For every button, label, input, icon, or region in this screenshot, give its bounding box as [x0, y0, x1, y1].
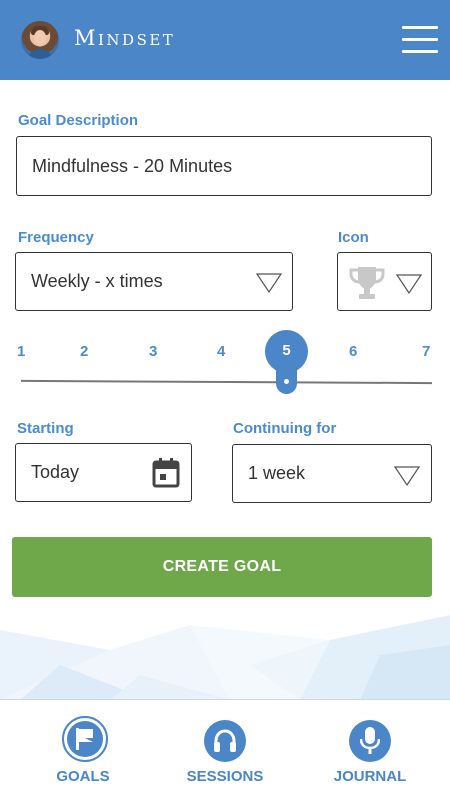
hamburger-menu-icon[interactable]	[402, 26, 438, 54]
trophy-icon	[349, 267, 385, 299]
goals-icon-ring	[62, 716, 108, 762]
chevron-down-icon	[394, 466, 420, 486]
continuing-for-select[interactable]: 1 week	[232, 444, 432, 503]
nav-sessions-label: SESSIONS	[186, 768, 264, 785]
slider-tick-4[interactable]: 4	[217, 343, 225, 360]
slider-thumb-dot	[284, 379, 289, 384]
continuing-for-value: 1 week	[248, 463, 306, 483]
goal-description-value: Mindfulness - 20 Minutes	[32, 155, 233, 176]
microphone-icon	[360, 727, 380, 754]
bottom-navigation: GOALS SESSIONS JOURNAL	[0, 699, 450, 800]
sessions-icon-bg	[204, 720, 246, 762]
nav-goals[interactable]: GOALS	[13, 700, 153, 800]
slider-track[interactable]	[20, 379, 433, 385]
avatar-face	[34, 30, 46, 45]
goal-description-label: Goal Description	[18, 112, 139, 129]
slider-tick-2[interactable]: 2	[80, 343, 88, 360]
nav-journal[interactable]: JOURNAL	[300, 700, 440, 800]
flag-icon	[76, 728, 93, 750]
starting-date-input[interactable]: Today	[15, 443, 192, 502]
create-goal-button[interactable]: CREATE GOAL	[12, 537, 432, 597]
decorative-background-pattern	[0, 615, 450, 700]
slider-tick-3[interactable]: 3	[149, 343, 157, 360]
nav-journal-label: JOURNAL	[333, 768, 407, 785]
chevron-down-icon	[256, 273, 282, 293]
user-avatar[interactable]	[21, 21, 59, 59]
slider-tick-6[interactable]: 6	[349, 343, 357, 360]
slider-tick-1[interactable]: 1	[17, 343, 25, 360]
slider-selected-value: 5	[282, 342, 291, 359]
icon-label: Icon	[338, 229, 369, 246]
starting-label: Starting	[17, 420, 74, 437]
starting-value: Today	[31, 462, 80, 482]
frequency-select[interactable]: Weekly - x times	[15, 252, 293, 311]
slider-tick-7[interactable]: 7	[422, 343, 430, 360]
nav-goals-label: GOALS	[56, 768, 110, 785]
journal-icon-bg	[349, 720, 391, 762]
headphones-icon	[214, 729, 236, 752]
nav-sessions[interactable]: SESSIONS	[155, 700, 295, 800]
frequency-label: Frequency	[18, 229, 94, 246]
app-header: Mindset	[0, 0, 450, 80]
app-brand: Mindset	[74, 26, 176, 50]
frequency-value: Weekly - x times	[31, 271, 163, 291]
icon-select[interactable]	[337, 252, 432, 311]
avatar-shoulders	[27, 49, 53, 59]
calendar-icon[interactable]	[152, 458, 180, 488]
chevron-down-icon	[396, 274, 422, 294]
slider-thumb[interactable]: 5	[265, 330, 308, 394]
goal-description-input[interactable]: Mindfulness - 20 Minutes	[16, 136, 432, 196]
continuing-for-label: Continuing for	[233, 420, 337, 437]
